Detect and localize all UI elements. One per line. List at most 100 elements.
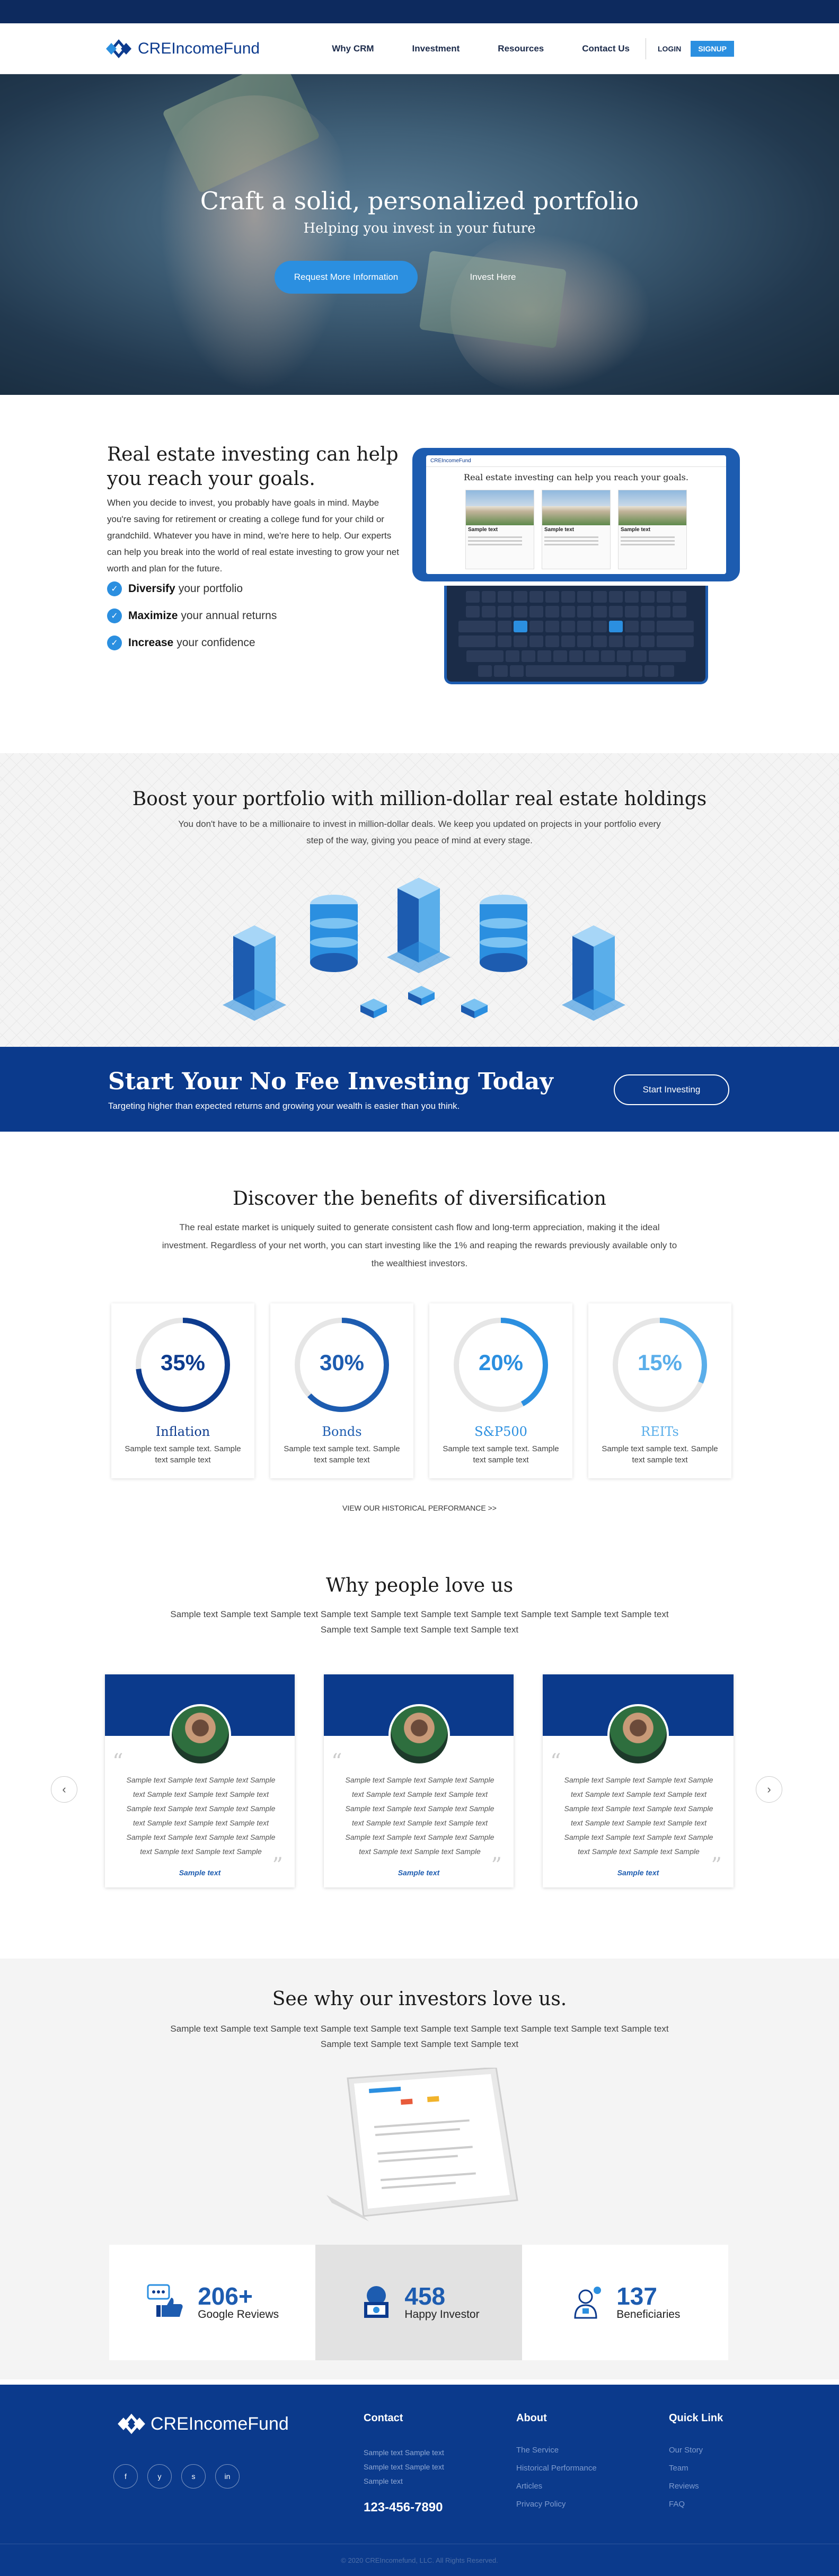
- benefit-percent: 15%: [637, 1350, 683, 1375]
- benefit-desc: Sample text sample text. Sample text sam…: [602, 1444, 718, 1465]
- footer-about: About The Service Historical Performance…: [516, 2412, 597, 2518]
- checkmark-icon: ✓: [107, 581, 122, 596]
- skype-icon[interactable]: s: [181, 2464, 206, 2489]
- footer-quick-title: Quick Link: [669, 2412, 723, 2424]
- benefit-desc: Sample text sample text. Sample text sam…: [284, 1444, 400, 1465]
- beneficiary-person-icon: [574, 2287, 602, 2319]
- linkedin-icon[interactable]: in: [215, 2464, 240, 2489]
- testimonials-title: Why people love us: [325, 1575, 514, 1596]
- stat-number: 137: [616, 2282, 657, 2310]
- avatar: [388, 1704, 450, 1766]
- contact-line: Sample text Sample text: [364, 2463, 444, 2471]
- nav-resources[interactable]: Resources: [498, 43, 544, 54]
- stat-happy-investor: 458 Happy Investor: [315, 2245, 522, 2360]
- investors-title: See why our investors love us.: [272, 1988, 567, 2010]
- benefit-name: Inflation: [155, 1424, 210, 1439]
- testimonials-body: Sample text Sample text Sample text Samp…: [170, 1609, 669, 1635]
- card-caption: Sample text: [468, 527, 498, 533]
- investors-section: See why our investors love us. Sample te…: [0, 1959, 839, 2379]
- benefits-section: Discover the benefits of diversification…: [0, 1132, 839, 1541]
- avatar: [607, 1704, 669, 1766]
- tablet-title: Real estate investing can help you reach…: [464, 472, 688, 482]
- footer-link-service[interactable]: The Service: [516, 2446, 597, 2455]
- check-bold: Maximize: [128, 610, 178, 622]
- twitter-icon[interactable]: y: [147, 2464, 172, 2489]
- database-right: [480, 895, 527, 972]
- testimonial-author: Sample text: [617, 1868, 659, 1877]
- benefits-body: The real estate market is uniquely suite…: [162, 1222, 677, 1268]
- checkmark-icon: ✓: [107, 608, 122, 623]
- historical-performance-link[interactable]: VIEW OUR HISTORICAL PERFORMANCE >>: [0, 1504, 839, 1512]
- footer-link-articles[interactable]: Articles: [516, 2482, 597, 2491]
- footer-contact: Contact Sample text Sample text Sample t…: [364, 2412, 444, 2515]
- nav-contact-us[interactable]: Contact Us: [582, 43, 630, 54]
- start-investing-button[interactable]: Start Investing: [614, 1074, 729, 1105]
- footer-link-team[interactable]: Team: [669, 2464, 723, 2473]
- footer-link-our-story[interactable]: Our Story: [669, 2446, 723, 2455]
- footer-link-historical[interactable]: Historical Performance: [516, 2464, 597, 2473]
- login-link[interactable]: LOGIN: [658, 45, 681, 53]
- footer-link-reviews[interactable]: Reviews: [669, 2482, 723, 2491]
- isometric-buildings-illustration: [223, 878, 625, 1021]
- benefit-name: S&P500: [474, 1424, 527, 1439]
- footer-link-faq[interactable]: FAQ: [669, 2500, 723, 2509]
- testimonial-card: “ Sample text Sample text Sample text Sa…: [324, 1674, 514, 1887]
- avatar: [170, 1704, 231, 1766]
- footer-link-privacy[interactable]: Privacy Policy: [516, 2500, 597, 2509]
- benefit-percent: 30%: [319, 1350, 365, 1375]
- phone-number[interactable]: 123-456-7890: [364, 2500, 444, 2515]
- benefit-name: Bonds: [322, 1424, 362, 1439]
- check-text: your confidence: [176, 637, 255, 649]
- request-info-button[interactable]: Request More Information: [275, 261, 418, 294]
- nav-investment[interactable]: Investment: [412, 43, 460, 54]
- stat-google-reviews: 206+ Google Reviews: [109, 2245, 315, 2360]
- signup-button[interactable]: SIGNUP: [691, 40, 734, 57]
- site-logo[interactable]: CREIncomeFund: [105, 38, 260, 59]
- benefits-title: Discover the benefits of diversification: [233, 1188, 606, 1210]
- hero-banner: Craft a solid, personalized portfolio He…: [0, 74, 839, 395]
- testimonial-author: Sample text: [179, 1868, 221, 1877]
- top-strip: [0, 0, 839, 23]
- open-quote-icon: “: [112, 1750, 123, 1774]
- logo-text: CREIncomeFund: [138, 39, 260, 57]
- card-caption: Sample text: [621, 527, 651, 533]
- intro-checklist: ✓ Diversify your portfolio ✓ Maximize your a…: [107, 581, 277, 663]
- stat-label: Google Reviews: [198, 2308, 279, 2321]
- carousel-prev-button[interactable]: ‹: [51, 1776, 77, 1803]
- checkmark-icon: ✓: [107, 636, 122, 650]
- facebook-icon[interactable]: f: [113, 2464, 138, 2489]
- database-left: [310, 895, 358, 972]
- footer-contact-title: Contact: [364, 2412, 403, 2424]
- house-image: [619, 490, 686, 525]
- contact-line: Sample text: [364, 2477, 403, 2485]
- holdings-body: You don't have to be a millionaire to in…: [178, 819, 661, 845]
- building-right: [562, 925, 625, 1021]
- holdings-section: Boost your portfolio with million-dollar…: [0, 753, 839, 1047]
- hero-hand-image: [159, 95, 350, 392]
- tablet-property-card: Sample text: [618, 490, 687, 569]
- testimonial-card: “ Sample text Sample text Sample text Sa…: [543, 1674, 734, 1887]
- logo-diamond-icon: [118, 2413, 145, 2434]
- tablet-mockup: CREIncomeFund Real estate investing can …: [412, 448, 740, 581]
- house-image: [542, 490, 610, 525]
- invest-here-button[interactable]: Invest Here: [435, 261, 551, 294]
- footer-logo[interactable]: CREIncomeFund: [117, 2412, 289, 2436]
- check-text: your annual returns: [181, 610, 277, 622]
- benefit-card: 20% S&P500 Sample text sample text. Samp…: [429, 1303, 572, 1478]
- tablet-screen: CREIncomeFund Real estate investing can …: [426, 455, 726, 574]
- footer-about-title: About: [516, 2412, 547, 2424]
- check-bold: Diversify: [128, 583, 175, 595]
- benefit-name: REITs: [641, 1424, 679, 1439]
- benefit-card: 15% REITs Sample text sample text. Sampl…: [588, 1303, 731, 1478]
- carousel-next-button[interactable]: ›: [756, 1776, 782, 1803]
- social-links: f y s in: [113, 2464, 240, 2489]
- keyboard-image: [444, 586, 708, 684]
- nav-why-crm[interactable]: Why CRM: [332, 43, 374, 54]
- open-quote-icon: “: [331, 1750, 342, 1774]
- testimonial-carousel: “ Sample text Sample text Sample text Sa…: [105, 1674, 734, 1887]
- main-navigation: CREIncomeFund Why CRM Investment Resourc…: [0, 23, 839, 74]
- hero-subtitle: Helping you invest in your future: [303, 220, 536, 236]
- building-left: [223, 925, 286, 1021]
- tablet-property-card: Sample text: [542, 490, 611, 569]
- benefit-cards: 35% Inflation Sample text sample text. S…: [111, 1303, 731, 1478]
